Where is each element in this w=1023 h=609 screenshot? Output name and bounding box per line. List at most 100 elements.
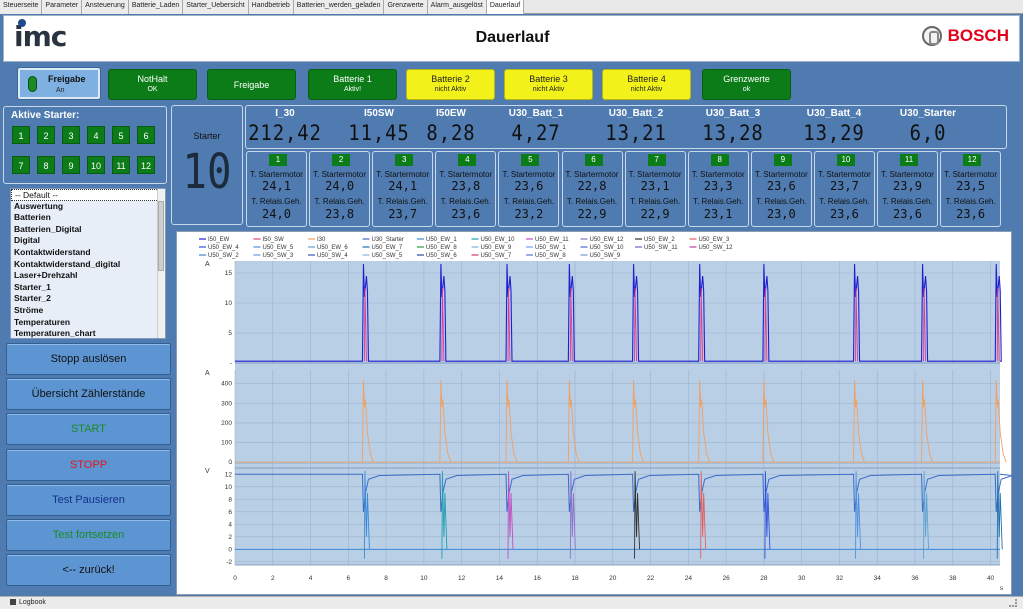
toggle-state: An <box>56 87 65 94</box>
button-stopp-auslösen[interactable]: Stopp auslösen <box>6 343 171 375</box>
button-zurück[interactable]: <-- zurück! <box>6 554 171 587</box>
view-list[interactable]: -- Default -- Auswertung Batterien Batterie… <box>10 188 166 339</box>
list-scroll-thumb[interactable] <box>158 201 164 271</box>
button-test-pausieren[interactable]: Test Pausieren <box>6 483 171 516</box>
button-test-fortsetzen[interactable]: Test fortsetzen <box>6 519 171 551</box>
tab-batterien-werden-geladen[interactable]: Batterien_werden_geladen <box>293 0 385 14</box>
starter-button-2[interactable]: 2 <box>37 126 55 144</box>
starter-motor-temp-value: 23,1 <box>640 179 670 193</box>
starter-cell-12: 12 T. Startermotor 23,5 T. Relais.Geh. 23,6 <box>940 151 1002 227</box>
list-item[interactable]: Laser+Drehzahl <box>11 270 165 282</box>
starter-button-4[interactable]: 4 <box>87 126 105 144</box>
measurement-label-u30-batt-3: U30_Batt_3 <box>705 108 761 119</box>
starter-cell-number: 4 <box>458 154 477 166</box>
legend-label: U50_SW_7 <box>481 253 512 259</box>
starter-motor-temp-value: 23,7 <box>829 179 859 193</box>
x-tick-label: 26 <box>722 575 730 582</box>
legend-label: U50_EW_4 <box>208 245 239 251</box>
starter-cell-number: 10 <box>836 154 855 166</box>
resize-grip-icon[interactable] <box>1009 599 1017 607</box>
button-start[interactable]: START <box>6 413 171 446</box>
list-item[interactable]: Starter_1 <box>11 282 165 294</box>
relais-housing-temp-value: 23,6 <box>829 207 859 221</box>
x-tick-label: 30 <box>798 575 806 582</box>
list-item[interactable]: Digital <box>11 235 165 247</box>
status-button-batterie-3[interactable]: Batterie 3 nicht Aktiv <box>504 69 593 100</box>
list-item[interactable]: Batterien <box>11 212 165 224</box>
y-tick-label: 6 <box>228 509 232 516</box>
list-item[interactable]: -- Default -- <box>11 189 165 201</box>
starter-motor-temp-value: 23,9 <box>893 179 922 193</box>
status-button-grenzwerte[interactable]: Grenzwerte ok <box>702 69 791 100</box>
y-tick-label: 2 <box>228 534 232 541</box>
starter-button-11[interactable]: 11 <box>112 156 130 174</box>
starter-button-9[interactable]: 9 <box>62 156 80 174</box>
starter-cell-number: 6 <box>584 154 603 166</box>
legend-label: U50_SW_3 <box>263 253 294 259</box>
list-item[interactable]: Starter_2 <box>11 293 165 305</box>
status-button-label: Batterie 3 <box>529 74 568 84</box>
list-item[interactable]: Batterien_Digital <box>11 224 165 236</box>
tab-batterie-laden[interactable]: Batterie_Laden <box>128 0 184 14</box>
freigabe-toggle[interactable]: Freigabe An <box>17 67 101 100</box>
relais-housing-temp-label: T. Relais.Geh. <box>882 197 933 206</box>
list-scrollbar[interactable] <box>157 189 165 338</box>
list-item[interactable]: Temperaturen_chart <box>11 328 165 338</box>
x-tick-label: 32 <box>836 575 844 582</box>
tab-steuerseite[interactable]: Steuerseite <box>0 0 43 14</box>
relais-housing-temp-value: 23,6 <box>451 207 481 221</box>
tab-grenzwerte[interactable]: Grenzwerte <box>384 0 428 14</box>
list-item[interactable]: Temperaturen <box>11 317 165 329</box>
starter-button-12[interactable]: 12 <box>137 156 155 174</box>
starter-button-5[interactable]: 5 <box>112 126 130 144</box>
tab-starter-uebersicht[interactable]: Starter_Uebersicht <box>183 0 249 14</box>
starter-motor-temp-label: T. Startermotor <box>376 170 430 179</box>
tab-parameter[interactable]: Parameter <box>42 0 83 14</box>
measurement-value-u30-batt-3: 13,28 <box>702 121 764 145</box>
starter-display-value: 10 <box>182 144 232 200</box>
tab-dauerlauf[interactable]: Dauerlauf <box>486 0 525 14</box>
tab-alarm-ausgel-st[interactable]: Alarm_ausgelöst <box>427 0 487 14</box>
active-starters-title: Aktive Starter: <box>11 110 80 121</box>
list-item[interactable]: Kontaktwiderstand <box>11 247 165 259</box>
starter-button-6[interactable]: 6 <box>137 126 155 144</box>
status-button-label: Batterie 2 <box>431 74 470 84</box>
relais-housing-temp-value: 22,9 <box>577 207 607 221</box>
starter-button-3[interactable]: 3 <box>62 126 80 144</box>
starter-cell-2: 2 T. Startermotor 24,0 T. Relais.Geh. 23,8 <box>309 151 371 227</box>
list-item[interactable]: Ströme <box>11 305 165 317</box>
relais-housing-temp-value: 23,7 <box>388 207 418 221</box>
y-tick-label: 10 <box>225 300 233 307</box>
legend-label: U50_SW_12 <box>699 245 734 251</box>
starter-cell-11: 11 T. Startermotor 23,9 T. Relais.Geh. 23,6 <box>877 151 938 227</box>
button-übersicht-zählerstände[interactable]: Übersicht Zählerstände <box>6 378 171 411</box>
starter-button-10[interactable]: 10 <box>87 156 105 174</box>
starter-button-8[interactable]: 8 <box>37 156 55 174</box>
y-tick-label: 12 <box>225 471 233 478</box>
list-item[interactable]: Auswertung <box>11 201 165 213</box>
button-stopp[interactable]: STOPP <box>6 448 171 481</box>
legend-label: U50_SW_8 <box>535 253 566 259</box>
status-button-sub: OK <box>147 86 158 93</box>
starter-cell-number: 7 <box>647 154 666 166</box>
chart-area[interactable]: I50_EW I50_SW I30 U30_Starter U50_EW_1 U50_EW… <box>176 231 1013 595</box>
status-button-freigabe[interactable]: Freigabe <box>207 69 296 100</box>
y-tick-label: 0 <box>228 546 232 553</box>
status-button-batterie-1[interactable]: Batterie 1 Aktiv! <box>308 69 397 100</box>
tab-ansteuerung[interactable]: Ansteuerung <box>82 0 129 14</box>
starter-button-7[interactable]: 7 <box>12 156 30 174</box>
logbook-label[interactable]: Logbook <box>19 599 46 606</box>
status-button-nothalt[interactable]: NotHalt OK <box>108 69 197 100</box>
status-button-batterie-4[interactable]: Batterie 4 nicht Aktiv <box>602 69 691 100</box>
list-item[interactable]: Kontaktwiderstand_digital <box>11 259 165 271</box>
starter-button-1[interactable]: 1 <box>12 126 30 144</box>
x-tick-label: 38 <box>949 575 957 582</box>
status-button-batterie-2[interactable]: Batterie 2 nicht Aktiv <box>406 69 495 100</box>
relais-housing-temp-label: T. Relais.Geh. <box>503 197 555 206</box>
y-axis-unit: A <box>205 261 210 268</box>
legend-label: U50_EW_12 <box>590 237 625 243</box>
tab-handbetrieb[interactable]: Handbetrieb <box>248 0 294 14</box>
y-axis-unit: A <box>205 370 210 377</box>
legend-label: U50_EW_7 <box>372 245 403 251</box>
starter-motor-temp-label: T. Startermotor <box>628 170 682 179</box>
